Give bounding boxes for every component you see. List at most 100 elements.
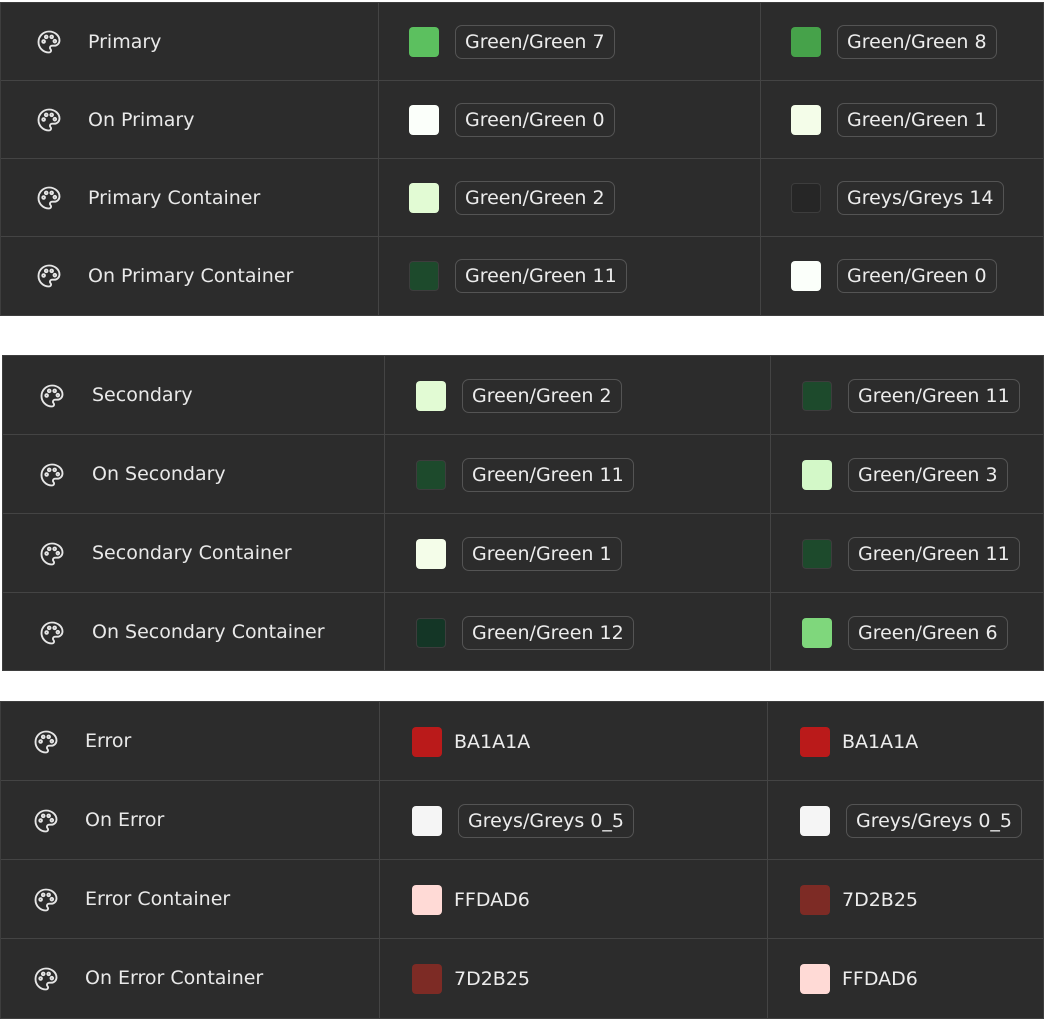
dark-theme-cell: Green/Green 8 [791, 3, 997, 81]
color-role-label: On Error [85, 809, 165, 831]
dark-theme-cell: Greys/Greys 0_5 [800, 781, 1023, 860]
color-token-chip[interactable]: Green/Green 3 [848, 457, 1008, 492]
color-token-chip[interactable]: Green/Green 6 [848, 615, 1008, 650]
color-token-chip[interactable]: Greys/Greys 0_5 [458, 803, 635, 838]
color-role-row-secondary-container: Secondary Container Green/Green 1 Green/… [3, 514, 1043, 593]
color-swatch[interactable] [791, 27, 821, 57]
dark-theme-cell: Green/Green 1 [791, 81, 997, 159]
color-token-chip[interactable]: Greys/Greys 0_5 [846, 803, 1023, 838]
secondary-color-table: Secondary Green/Green 2 Green/Green 11 O… [2, 355, 1044, 671]
color-token-chip[interactable]: Green/Green 0 [837, 259, 997, 293]
palette-icon [32, 965, 60, 993]
color-swatch[interactable] [416, 459, 446, 490]
error-color-table: Error BA1A1A BA1A1A On Error Greys/Greys… [0, 701, 1044, 1019]
color-swatch[interactable] [416, 538, 446, 569]
color-token-chip[interactable]: Green/Green 8 [837, 25, 997, 59]
color-swatch[interactable] [416, 617, 446, 648]
color-swatch[interactable] [409, 261, 439, 291]
color-role-row-primary: Primary Green/Green 7 Green/Green 8 [1, 3, 1043, 81]
color-role-label: Error Container [85, 888, 231, 910]
color-token-chip[interactable]: Green/Green 0 [455, 103, 615, 137]
primary-color-table: Primary Green/Green 7 Green/Green 8 On P… [0, 2, 1044, 316]
color-token-chip[interactable]: Green/Green 2 [455, 181, 615, 215]
light-theme-cell: Green/Green 12 [416, 593, 634, 672]
light-theme-cell: Green/Green 2 [416, 356, 622, 435]
light-theme-cell: Green/Green 7 [409, 3, 615, 81]
color-hex-value[interactable]: FFDAD6 [842, 968, 918, 990]
color-swatch[interactable] [800, 726, 830, 757]
color-role-row-error: Error BA1A1A BA1A1A [1, 702, 1043, 781]
color-swatch[interactable] [800, 884, 830, 915]
color-role-label: Secondary [92, 384, 193, 406]
color-token-chip[interactable]: Green/Green 11 [462, 457, 634, 492]
color-swatch[interactable] [412, 963, 442, 994]
color-role-label: Error [85, 730, 132, 752]
color-swatch[interactable] [409, 105, 439, 135]
light-theme-cell: FFDAD6 [412, 860, 530, 939]
color-hex-value[interactable]: 7D2B25 [454, 968, 530, 990]
dark-theme-cell: Green/Green 3 [802, 435, 1008, 514]
dark-theme-cell: Greys/Greys 14 [791, 159, 1004, 237]
color-token-chip[interactable]: Green/Green 1 [837, 103, 997, 137]
dark-theme-cell: BA1A1A [800, 702, 918, 781]
dark-theme-cell: 7D2B25 [800, 860, 918, 939]
color-role-label: On Error Container [85, 967, 264, 989]
light-theme-cell: Greys/Greys 0_5 [412, 781, 635, 860]
color-swatch[interactable] [802, 538, 832, 569]
palette-icon [35, 184, 63, 212]
light-theme-cell: Green/Green 11 [416, 435, 634, 514]
color-swatch[interactable] [416, 380, 446, 411]
dark-theme-cell: Green/Green 11 [802, 514, 1020, 593]
color-role-label: Primary [88, 31, 162, 53]
color-swatch[interactable] [791, 183, 821, 213]
palette-icon [35, 106, 63, 134]
color-swatch[interactable] [409, 183, 439, 213]
dark-theme-cell: Green/Green 11 [802, 356, 1020, 435]
palette-icon [35, 28, 63, 56]
color-swatch[interactable] [802, 380, 832, 411]
color-role-label: Primary Container [88, 187, 261, 209]
color-token-chip[interactable]: Green/Green 12 [462, 615, 634, 650]
color-token-chip[interactable]: Green/Green 11 [848, 378, 1020, 413]
color-swatch[interactable] [800, 963, 830, 994]
light-theme-cell: BA1A1A [412, 702, 530, 781]
color-role-label: On Primary Container [88, 265, 294, 287]
dark-theme-cell: Green/Green 0 [791, 237, 997, 315]
color-swatch[interactable] [412, 884, 442, 915]
color-token-chip[interactable]: Green/Green 2 [462, 378, 622, 413]
color-swatch[interactable] [791, 105, 821, 135]
color-role-label: On Secondary Container [92, 621, 325, 643]
palette-icon [32, 886, 60, 914]
color-token-chip[interactable]: Greys/Greys 14 [837, 181, 1004, 215]
color-swatch[interactable] [412, 805, 442, 836]
color-role-label: On Secondary [92, 463, 226, 485]
color-hex-value[interactable]: 7D2B25 [842, 889, 918, 911]
palette-icon [35, 262, 63, 290]
color-token-chip[interactable]: Green/Green 11 [455, 259, 627, 293]
color-hex-value[interactable]: FFDAD6 [454, 889, 530, 911]
color-token-chip[interactable]: Green/Green 1 [462, 536, 622, 571]
color-role-row-primary-container: Primary Container Green/Green 2 Greys/Gr… [1, 159, 1043, 237]
color-swatch[interactable] [409, 27, 439, 57]
color-swatch[interactable] [802, 459, 832, 490]
light-theme-cell: Green/Green 0 [409, 81, 615, 159]
color-swatch[interactable] [412, 726, 442, 757]
color-token-chip[interactable]: Green/Green 7 [455, 25, 615, 59]
color-hex-value[interactable]: BA1A1A [842, 731, 918, 753]
color-token-chip[interactable]: Green/Green 11 [848, 536, 1020, 571]
color-swatch[interactable] [800, 805, 830, 836]
light-theme-cell: 7D2B25 [412, 939, 530, 1018]
color-hex-value[interactable]: BA1A1A [454, 731, 530, 753]
color-role-row-on-primary-container: On Primary Container Green/Green 11 Gree… [1, 237, 1043, 315]
light-theme-cell: Green/Green 11 [409, 237, 627, 315]
palette-icon [38, 382, 66, 410]
color-role-row-on-primary: On Primary Green/Green 0 Green/Green 1 [1, 81, 1043, 159]
color-swatch[interactable] [802, 617, 832, 648]
palette-icon [38, 540, 66, 568]
light-theme-cell: Green/Green 2 [409, 159, 615, 237]
palette-icon [38, 461, 66, 489]
dark-theme-cell: FFDAD6 [800, 939, 918, 1018]
palette-icon [32, 807, 60, 835]
color-role-row-on-secondary: On Secondary Green/Green 11 Green/Green … [3, 435, 1043, 514]
color-swatch[interactable] [791, 261, 821, 291]
